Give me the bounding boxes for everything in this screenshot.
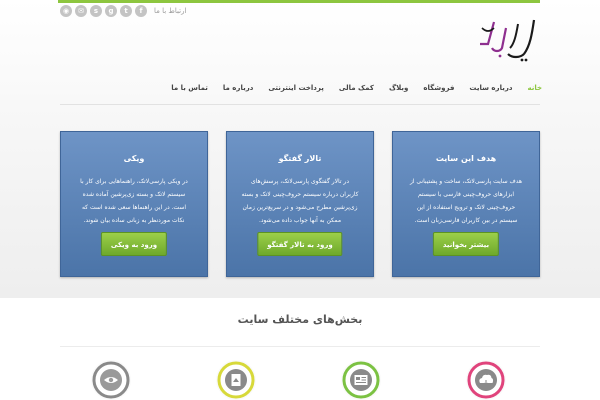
skype-icon[interactable]: s — [90, 5, 102, 17]
section-circle-newspaper[interactable] — [341, 360, 381, 400]
sections-heading: بخش‌های مختلف سایت — [237, 313, 363, 326]
read-more-button[interactable]: بیشتر بخوانید — [432, 232, 500, 256]
wiki-box-title: ویکی — [123, 154, 145, 163]
wiki-box: ویکی در ویکی پارسی‌لاتک، راهنماهایی برای… — [60, 131, 208, 277]
enter-wiki-button[interactable]: ورود به ویکی — [100, 232, 168, 256]
nav-item-donate[interactable]: کمک مالی — [339, 84, 374, 92]
google-plus-icon[interactable]: g — [105, 5, 117, 17]
section-circle-cloud[interactable] — [466, 360, 506, 400]
forum-box-title: تالار گفتگو — [278, 154, 322, 163]
nav-item-online-payment[interactable]: پرداخت اینترنتی — [268, 84, 324, 92]
top-accent-line — [58, 0, 540, 3]
nav-item-blog[interactable]: وبلاگ — [389, 84, 408, 92]
contact-link[interactable]: ارتباط با ما — [154, 7, 186, 15]
social-bar: ◉ ✉ s g t f ارتباط با ما — [60, 5, 186, 17]
main-nav: خانه درباره سایت فروشگاه وبلاگ کمک مالی … — [171, 84, 542, 92]
email-icon[interactable]: ✉ — [75, 5, 87, 17]
section-circle-document[interactable] — [216, 360, 256, 400]
nav-item-contact[interactable]: تماس با ما — [171, 84, 208, 92]
site-goal-box-text: هدف سایت پارسی‌لاتک، ساخت و پشتیبانی از … — [409, 178, 523, 224]
facebook-icon[interactable]: f — [135, 5, 147, 17]
site-goal-box-title: هدف این سایت — [435, 154, 497, 163]
forum-box-text: در تالار گفتگوی پارسی‌لاتک، پرسش‌های کار… — [241, 178, 359, 224]
sections-divider — [60, 346, 540, 347]
nav-divider — [60, 104, 540, 105]
logo-wordmark — [480, 19, 536, 62]
enter-forum-button[interactable]: ورود به تالار گفتگو — [257, 232, 343, 256]
nav-item-about-us[interactable]: درباره ما — [223, 84, 253, 92]
newspaper-icon — [354, 375, 368, 385]
nav-item-home[interactable]: خانه — [527, 84, 542, 92]
site-logo[interactable] — [472, 14, 542, 62]
nav-item-shop[interactable]: فروشگاه — [423, 84, 454, 92]
nav-item-about-site[interactable]: درباره سایت — [469, 84, 512, 92]
twitter-icon[interactable]: t — [120, 5, 132, 17]
section-circle-eye[interactable] — [91, 360, 131, 400]
rss-icon[interactable]: ◉ — [60, 5, 72, 17]
site-goal-box: هدف این سایت هدف سایت پارسی‌لاتک، ساخت و… — [392, 131, 540, 277]
document-icon — [231, 374, 241, 386]
forum-box: تالار گفتگو در تالار گفتگوی پارسی‌لاتک، … — [226, 131, 374, 277]
wiki-box-text: در ویکی پارسی‌لاتک، راهنماهایی برای کار … — [80, 178, 188, 224]
